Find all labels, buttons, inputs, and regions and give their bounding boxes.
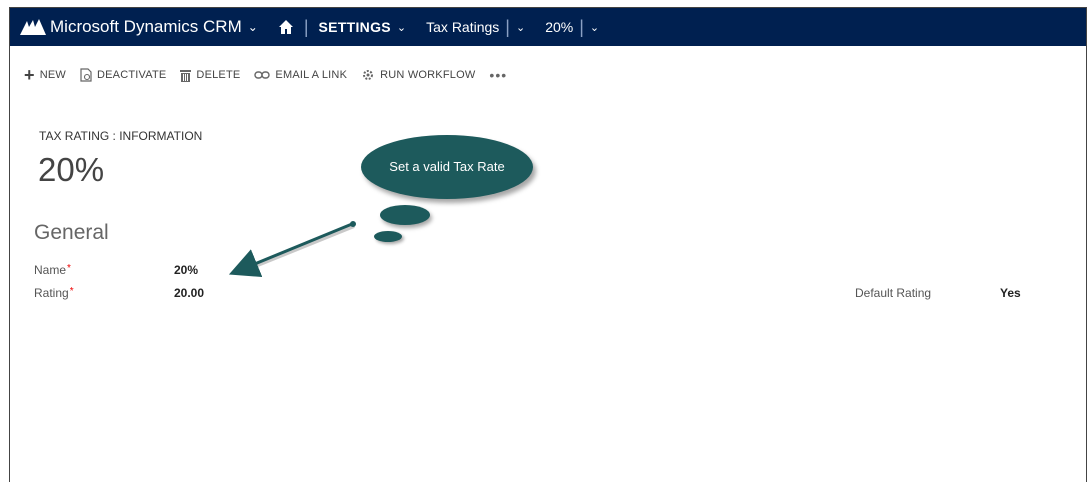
callout-arrow <box>228 221 356 278</box>
crm-window: Microsoft Dynamics CRM ⌄ | SETTINGS ⌄ Ta… <box>9 7 1087 482</box>
